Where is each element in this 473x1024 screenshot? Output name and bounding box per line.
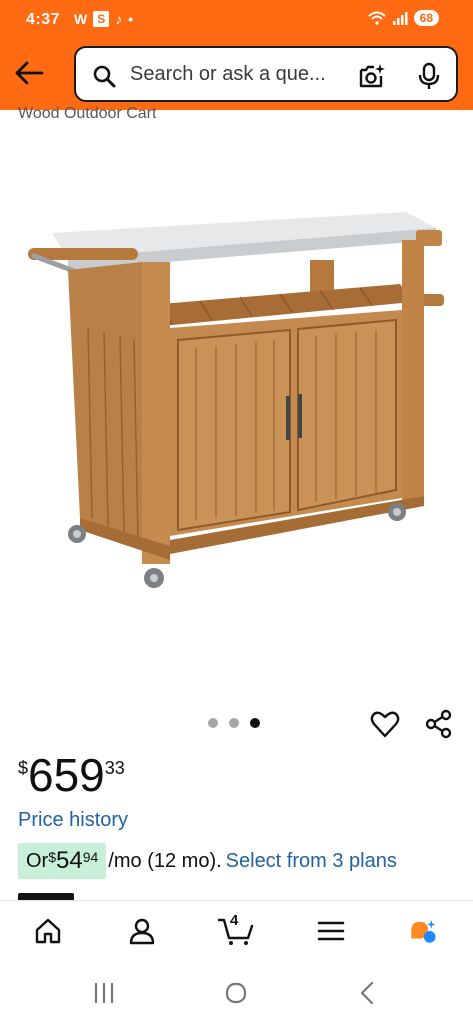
app-header: 4:37 W S ♪ • 68 Search or ask a que... (0, 0, 473, 110)
account-icon[interactable] (127, 916, 157, 946)
cart-button[interactable]: 4 (217, 912, 254, 946)
tiktok-icon: ♪ (115, 11, 123, 27)
carousel-dot-active[interactable] (250, 718, 260, 728)
system-navigation-bar (0, 962, 473, 1024)
product-title: Wood Outdoor Cart (18, 105, 157, 122)
status-system-icons: 68 (367, 10, 439, 26)
price-whole: 659 (28, 749, 105, 801)
w-icon: W (74, 11, 88, 27)
price-fraction: 33 (104, 758, 125, 778)
back-chevron-icon[interactable] (358, 981, 376, 1005)
cart-count-badge: 4 (230, 912, 239, 929)
wifi-icon (367, 11, 386, 25)
dot-icon: • (128, 11, 134, 27)
rufus-assistant-icon[interactable] (408, 916, 438, 946)
product-image[interactable] (20, 200, 450, 600)
status-time: 4:37 (26, 11, 61, 28)
carousel-dot[interactable] (229, 718, 239, 728)
monthly-payment-badge: Or $ 54 94 (18, 843, 107, 879)
search-bar[interactable]: Search or ask a que... (74, 46, 458, 102)
carousel-dot[interactable] (208, 718, 218, 728)
search-input[interactable]: Search or ask a que... (130, 63, 326, 86)
monthly-whole: 54 (56, 847, 83, 874)
recent-apps-icon[interactable] (92, 982, 116, 1004)
price-history-link[interactable]: Price history (18, 809, 128, 832)
signal-icon (392, 12, 408, 25)
home-icon[interactable] (33, 916, 63, 946)
s-app-icon: S (93, 11, 110, 27)
monthly-term: /mo (12 mo). (108, 849, 222, 872)
select-plans-link[interactable]: Select from 3 plans (226, 850, 397, 873)
camera-lens-icon[interactable] (358, 62, 386, 90)
price-currency: $ (18, 758, 29, 778)
back-arrow-icon[interactable] (14, 60, 44, 86)
battery-indicator: 68 (413, 10, 439, 26)
monthly-payment-row: Or $ 54 94 /mo (12 mo). Select from 3 pl… (18, 843, 397, 879)
status-notification-icons: W S ♪ • (74, 11, 133, 27)
monthly-currency: $ (48, 849, 57, 865)
microphone-icon[interactable] (418, 62, 440, 90)
product-price: $ 659 33 (18, 752, 125, 798)
monthly-prefix: Or (26, 849, 49, 872)
image-carousel-dots[interactable] (208, 718, 260, 728)
share-icon[interactable] (424, 709, 454, 739)
heart-icon[interactable] (370, 709, 400, 739)
search-icon (93, 65, 116, 88)
menu-icon[interactable] (316, 916, 346, 946)
monthly-fraction: 94 (82, 849, 99, 865)
home-circle-icon[interactable] (224, 981, 248, 1005)
bottom-navigation: 4 (0, 900, 473, 960)
